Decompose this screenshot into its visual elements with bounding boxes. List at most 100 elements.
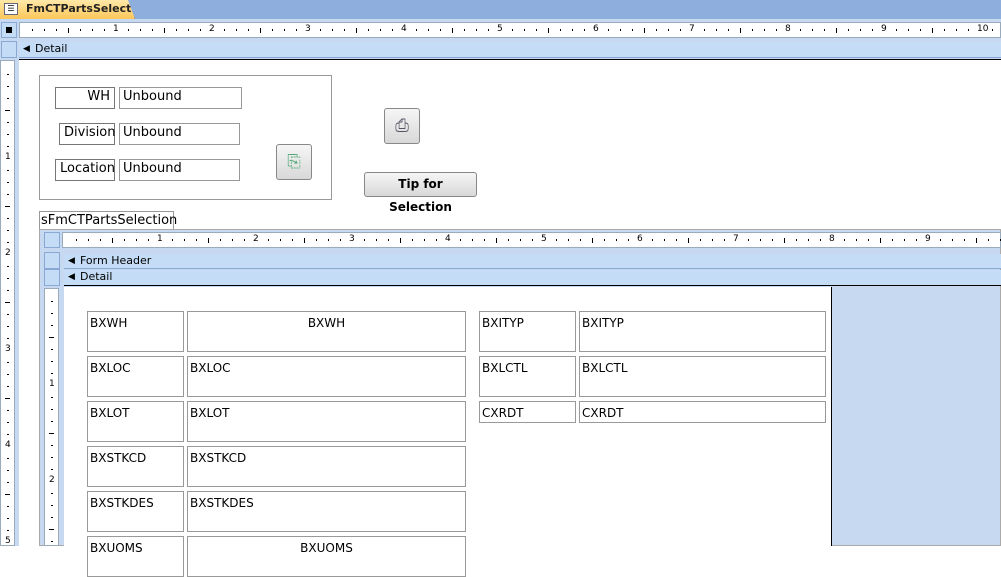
ruler-tick [296,29,297,31]
field-label-bxityp: BXITYP [479,311,576,352]
field-bxityp[interactable]: BXITYP [579,311,826,352]
ruler-tick [7,518,9,519]
ruler-tick [5,110,10,111]
ruler-tick [620,29,621,31]
ruler-tick [51,457,53,458]
ruler-tick [460,239,461,241]
ruler-number: 4 [5,440,11,450]
ruler-tick [196,239,197,241]
tip-for-selection-button[interactable]: Tip for Selection [364,172,477,214]
ruler-tick [688,238,689,243]
field-bxuoms[interactable]: BXUOMS [187,536,466,577]
field-label-cxrdt: CXRDT [479,401,576,423]
ruler-number: 2 [49,475,55,485]
ruler-tick [796,239,797,241]
detail-selector[interactable] [44,269,60,286]
ruler-tick [356,28,357,33]
ruler-tick [524,29,525,31]
ruler-tick [224,29,225,31]
subform-vertical-ruler[interactable]: 12 [44,288,59,546]
field-bxloc[interactable]: BXLOC [187,356,466,397]
ruler-number: 1 [49,379,55,389]
ruler-tick [7,530,9,531]
ruler-tick [5,206,10,207]
field-bxwh[interactable]: BXWH [187,311,466,352]
document-tab-bar [0,0,1001,19]
ruler-tick [292,239,293,241]
field-bxstkcd[interactable]: BXSTKCD [187,446,466,487]
section-label: Form Header [80,254,152,267]
ruler-tick [568,239,569,241]
ruler-tick [424,239,425,241]
ruler-tick [49,337,54,338]
ruler-tick [7,74,9,75]
ruler-tick [488,29,489,31]
ruler-number: 10 [977,24,989,34]
ruler-tick [49,433,54,434]
subform-selector[interactable] [44,232,60,248]
form-header-selector[interactable] [44,252,60,269]
ruler-number: 5 [497,24,503,34]
ruler-tick [416,29,417,31]
ruler-tick [988,239,989,241]
horizontal-ruler[interactable]: 1 2 3 4 5 6 7 8 9 10 [19,22,1001,38]
ruler-tick [100,239,101,241]
division-input[interactable]: Unbound [119,123,240,145]
ruler-tick [7,98,9,99]
field-bxstkdes[interactable]: BXSTKDES [187,491,466,532]
refresh-button[interactable]: ⎘ [276,144,312,180]
ruler-tick [896,29,897,31]
ruler-tick [976,238,977,243]
vertical-ruler[interactable]: 1 2 3 4 5 [0,60,15,546]
field-bxlot[interactable]: BXLOT [187,401,466,442]
ruler-number: 6 [593,24,599,34]
ruler-tick [236,29,237,31]
ruler-tick [800,29,801,31]
ruler-tick [7,326,9,327]
location-input[interactable]: Unbound [119,159,240,181]
form-header-bar[interactable]: Form Header [64,254,1001,269]
subform-detail-bar[interactable]: Detail [64,270,1001,286]
ruler-tick [668,29,669,31]
ruler-tick [32,29,33,31]
ruler-tick [376,239,377,241]
field-bxlctl[interactable]: BXLCTL [579,356,826,397]
subform-horizontal-ruler[interactable]: 1 2 3 4 5 6 7 8 9 [62,232,1001,248]
form-selector[interactable] [1,22,17,38]
ruler-tick [628,239,629,241]
field-cxrdt[interactable]: CXRDT [579,401,826,423]
ruler-number: 1 [113,24,119,34]
ruler-number: 5 [541,234,547,244]
ruler-tick [56,29,57,31]
ruler-tick [656,29,657,31]
ruler-tick [7,266,9,267]
ruler-tick [508,239,509,241]
ruler-tick [496,238,497,243]
ruler-tick [952,239,953,241]
ruler-tick [220,239,221,241]
ruler-number: 6 [637,234,643,244]
ruler-tick [7,422,9,423]
ruler-number: 4 [445,234,451,244]
ruler-tick [440,29,441,31]
detail-section-bar[interactable]: Detail [19,42,1001,58]
ruler-tick [104,29,105,31]
ruler-tick [776,29,777,31]
ruler-tick [836,28,837,33]
field-label-bxlot: BXLOT [87,401,184,442]
ruler-tick [164,28,165,33]
tab-fmctpartsselection[interactable]: FmCTPartsSelection [0,0,135,19]
ruler-tick [808,239,809,241]
ruler-tick [304,238,305,243]
ruler-tick [344,29,345,31]
wh-input[interactable]: Unbound [119,87,242,109]
ruler-tick [7,386,9,387]
ruler-tick [7,194,9,195]
ruler-tick [964,239,965,241]
ruler-number: 2 [253,234,259,244]
ruler-number: 7 [733,234,739,244]
ruler-tick [51,361,53,362]
ruler-tick [740,28,741,33]
print-button[interactable]: ⎙ [384,108,420,144]
section-selector[interactable] [1,41,17,58]
